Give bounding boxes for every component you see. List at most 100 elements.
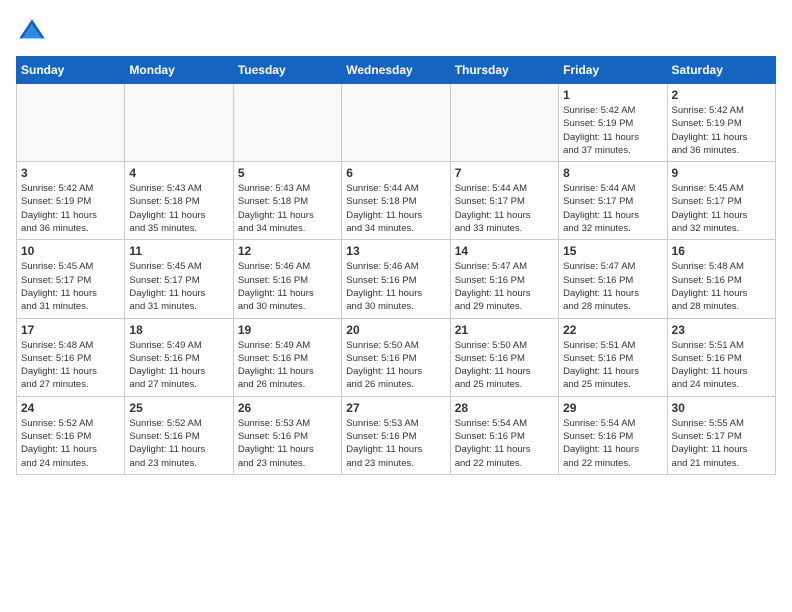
day-info: Sunrise: 5:44 AM Sunset: 5:17 PM Dayligh… xyxy=(563,182,662,235)
calendar-cell: 27 Sunrise: 5:53 AM Sunset: 5:16 PM Dayli… xyxy=(342,396,450,474)
day-number: 12 xyxy=(238,244,337,258)
day-number: 2 xyxy=(672,88,771,102)
day-info: Sunrise: 5:47 AM Sunset: 5:16 PM Dayligh… xyxy=(455,260,554,313)
calendar-cell: 20 Sunrise: 5:50 AM Sunset: 5:16 PM Dayli… xyxy=(342,318,450,396)
weekday-header: Wednesday xyxy=(342,57,450,84)
weekday-header: Sunday xyxy=(17,57,125,84)
weekday-header-row: SundayMondayTuesdayWednesdayThursdayFrid… xyxy=(17,57,776,84)
calendar-cell xyxy=(342,84,450,162)
calendar-cell: 10 Sunrise: 5:45 AM Sunset: 5:17 PM Dayli… xyxy=(17,240,125,318)
day-info: Sunrise: 5:45 AM Sunset: 5:17 PM Dayligh… xyxy=(129,260,228,313)
calendar-table: SundayMondayTuesdayWednesdayThursdayFrid… xyxy=(16,56,776,475)
calendar-cell: 4 Sunrise: 5:43 AM Sunset: 5:18 PM Daylig… xyxy=(125,162,233,240)
calendar-cell: 3 Sunrise: 5:42 AM Sunset: 5:19 PM Daylig… xyxy=(17,162,125,240)
day-number: 5 xyxy=(238,166,337,180)
page-header xyxy=(16,16,776,48)
calendar-cell: 12 Sunrise: 5:46 AM Sunset: 5:16 PM Dayli… xyxy=(233,240,341,318)
day-number: 30 xyxy=(672,401,771,415)
logo-icon xyxy=(16,16,48,48)
calendar-cell: 2 Sunrise: 5:42 AM Sunset: 5:19 PM Daylig… xyxy=(667,84,775,162)
calendar-cell: 13 Sunrise: 5:46 AM Sunset: 5:16 PM Dayli… xyxy=(342,240,450,318)
calendar-cell: 15 Sunrise: 5:47 AM Sunset: 5:16 PM Dayli… xyxy=(559,240,667,318)
day-number: 28 xyxy=(455,401,554,415)
day-number: 8 xyxy=(563,166,662,180)
day-number: 11 xyxy=(129,244,228,258)
day-number: 13 xyxy=(346,244,445,258)
day-number: 4 xyxy=(129,166,228,180)
calendar-cell: 7 Sunrise: 5:44 AM Sunset: 5:17 PM Daylig… xyxy=(450,162,558,240)
calendar-cell: 18 Sunrise: 5:49 AM Sunset: 5:16 PM Dayli… xyxy=(125,318,233,396)
day-info: Sunrise: 5:42 AM Sunset: 5:19 PM Dayligh… xyxy=(672,104,771,157)
day-info: Sunrise: 5:46 AM Sunset: 5:16 PM Dayligh… xyxy=(238,260,337,313)
calendar-cell xyxy=(125,84,233,162)
day-info: Sunrise: 5:51 AM Sunset: 5:16 PM Dayligh… xyxy=(672,339,771,392)
calendar-cell: 28 Sunrise: 5:54 AM Sunset: 5:16 PM Dayli… xyxy=(450,396,558,474)
day-info: Sunrise: 5:54 AM Sunset: 5:16 PM Dayligh… xyxy=(455,417,554,470)
day-info: Sunrise: 5:45 AM Sunset: 5:17 PM Dayligh… xyxy=(672,182,771,235)
calendar-week-row: 10 Sunrise: 5:45 AM Sunset: 5:17 PM Dayli… xyxy=(17,240,776,318)
calendar-cell: 1 Sunrise: 5:42 AM Sunset: 5:19 PM Daylig… xyxy=(559,84,667,162)
day-info: Sunrise: 5:51 AM Sunset: 5:16 PM Dayligh… xyxy=(563,339,662,392)
calendar-cell: 25 Sunrise: 5:52 AM Sunset: 5:16 PM Dayli… xyxy=(125,396,233,474)
day-info: Sunrise: 5:43 AM Sunset: 5:18 PM Dayligh… xyxy=(238,182,337,235)
day-number: 7 xyxy=(455,166,554,180)
day-info: Sunrise: 5:50 AM Sunset: 5:16 PM Dayligh… xyxy=(455,339,554,392)
calendar-cell: 22Sunrise: 5:51 AM Sunset: 5:16 PM Dayli… xyxy=(559,318,667,396)
calendar-cell: 23 Sunrise: 5:51 AM Sunset: 5:16 PM Dayli… xyxy=(667,318,775,396)
weekday-header: Thursday xyxy=(450,57,558,84)
calendar-cell: 29 Sunrise: 5:54 AM Sunset: 5:16 PM Dayli… xyxy=(559,396,667,474)
calendar-week-row: 24 Sunrise: 5:52 AM Sunset: 5:16 PM Dayli… xyxy=(17,396,776,474)
day-info: Sunrise: 5:48 AM Sunset: 5:16 PM Dayligh… xyxy=(21,339,120,392)
day-number: 16 xyxy=(672,244,771,258)
day-number: 20 xyxy=(346,323,445,337)
calendar-cell: 14 Sunrise: 5:47 AM Sunset: 5:16 PM Dayli… xyxy=(450,240,558,318)
calendar-week-row: 1 Sunrise: 5:42 AM Sunset: 5:19 PM Daylig… xyxy=(17,84,776,162)
calendar-cell: 24 Sunrise: 5:52 AM Sunset: 5:16 PM Dayli… xyxy=(17,396,125,474)
day-number: 23 xyxy=(672,323,771,337)
day-number: 27 xyxy=(346,401,445,415)
calendar-week-row: 3 Sunrise: 5:42 AM Sunset: 5:19 PM Daylig… xyxy=(17,162,776,240)
calendar-cell: 21 Sunrise: 5:50 AM Sunset: 5:16 PM Dayli… xyxy=(450,318,558,396)
day-info: Sunrise: 5:50 AM Sunset: 5:16 PM Dayligh… xyxy=(346,339,445,392)
day-info: Sunrise: 5:45 AM Sunset: 5:17 PM Dayligh… xyxy=(21,260,120,313)
day-info: Sunrise: 5:43 AM Sunset: 5:18 PM Dayligh… xyxy=(129,182,228,235)
calendar-cell: 11 Sunrise: 5:45 AM Sunset: 5:17 PM Dayli… xyxy=(125,240,233,318)
day-number: 1 xyxy=(563,88,662,102)
day-info: Sunrise: 5:42 AM Sunset: 5:19 PM Dayligh… xyxy=(563,104,662,157)
day-number: 19 xyxy=(238,323,337,337)
day-info: Sunrise: 5:52 AM Sunset: 5:16 PM Dayligh… xyxy=(21,417,120,470)
day-info: Sunrise: 5:42 AM Sunset: 5:19 PM Dayligh… xyxy=(21,182,120,235)
day-number: 14 xyxy=(455,244,554,258)
calendar-cell: 8 Sunrise: 5:44 AM Sunset: 5:17 PM Daylig… xyxy=(559,162,667,240)
day-info: Sunrise: 5:48 AM Sunset: 5:16 PM Dayligh… xyxy=(672,260,771,313)
day-info: Sunrise: 5:52 AM Sunset: 5:16 PM Dayligh… xyxy=(129,417,228,470)
day-info: Sunrise: 5:49 AM Sunset: 5:16 PM Dayligh… xyxy=(129,339,228,392)
day-number: 25 xyxy=(129,401,228,415)
day-info: Sunrise: 5:47 AM Sunset: 5:16 PM Dayligh… xyxy=(563,260,662,313)
day-info: Sunrise: 5:49 AM Sunset: 5:16 PM Dayligh… xyxy=(238,339,337,392)
day-number: 29 xyxy=(563,401,662,415)
day-number: 15 xyxy=(563,244,662,258)
day-number: 21 xyxy=(455,323,554,337)
weekday-header: Monday xyxy=(125,57,233,84)
day-info: Sunrise: 5:44 AM Sunset: 5:17 PM Dayligh… xyxy=(455,182,554,235)
day-info: Sunrise: 5:44 AM Sunset: 5:18 PM Dayligh… xyxy=(346,182,445,235)
day-number: 18 xyxy=(129,323,228,337)
day-number: 10 xyxy=(21,244,120,258)
day-number: 3 xyxy=(21,166,120,180)
calendar-cell: 16 Sunrise: 5:48 AM Sunset: 5:16 PM Dayli… xyxy=(667,240,775,318)
day-info: Sunrise: 5:54 AM Sunset: 5:16 PM Dayligh… xyxy=(563,417,662,470)
calendar-cell: 9 Sunrise: 5:45 AM Sunset: 5:17 PM Daylig… xyxy=(667,162,775,240)
calendar-cell: 17 Sunrise: 5:48 AM Sunset: 5:16 PM Dayli… xyxy=(17,318,125,396)
day-number: 6 xyxy=(346,166,445,180)
logo xyxy=(16,16,52,48)
weekday-header: Friday xyxy=(559,57,667,84)
day-info: Sunrise: 5:46 AM Sunset: 5:16 PM Dayligh… xyxy=(346,260,445,313)
calendar-cell xyxy=(233,84,341,162)
day-info: Sunrise: 5:53 AM Sunset: 5:16 PM Dayligh… xyxy=(346,417,445,470)
day-number: 9 xyxy=(672,166,771,180)
calendar-cell: 6 Sunrise: 5:44 AM Sunset: 5:18 PM Daylig… xyxy=(342,162,450,240)
day-number: 17 xyxy=(21,323,120,337)
day-number: 24 xyxy=(21,401,120,415)
day-info: Sunrise: 5:55 AM Sunset: 5:17 PM Dayligh… xyxy=(672,417,771,470)
